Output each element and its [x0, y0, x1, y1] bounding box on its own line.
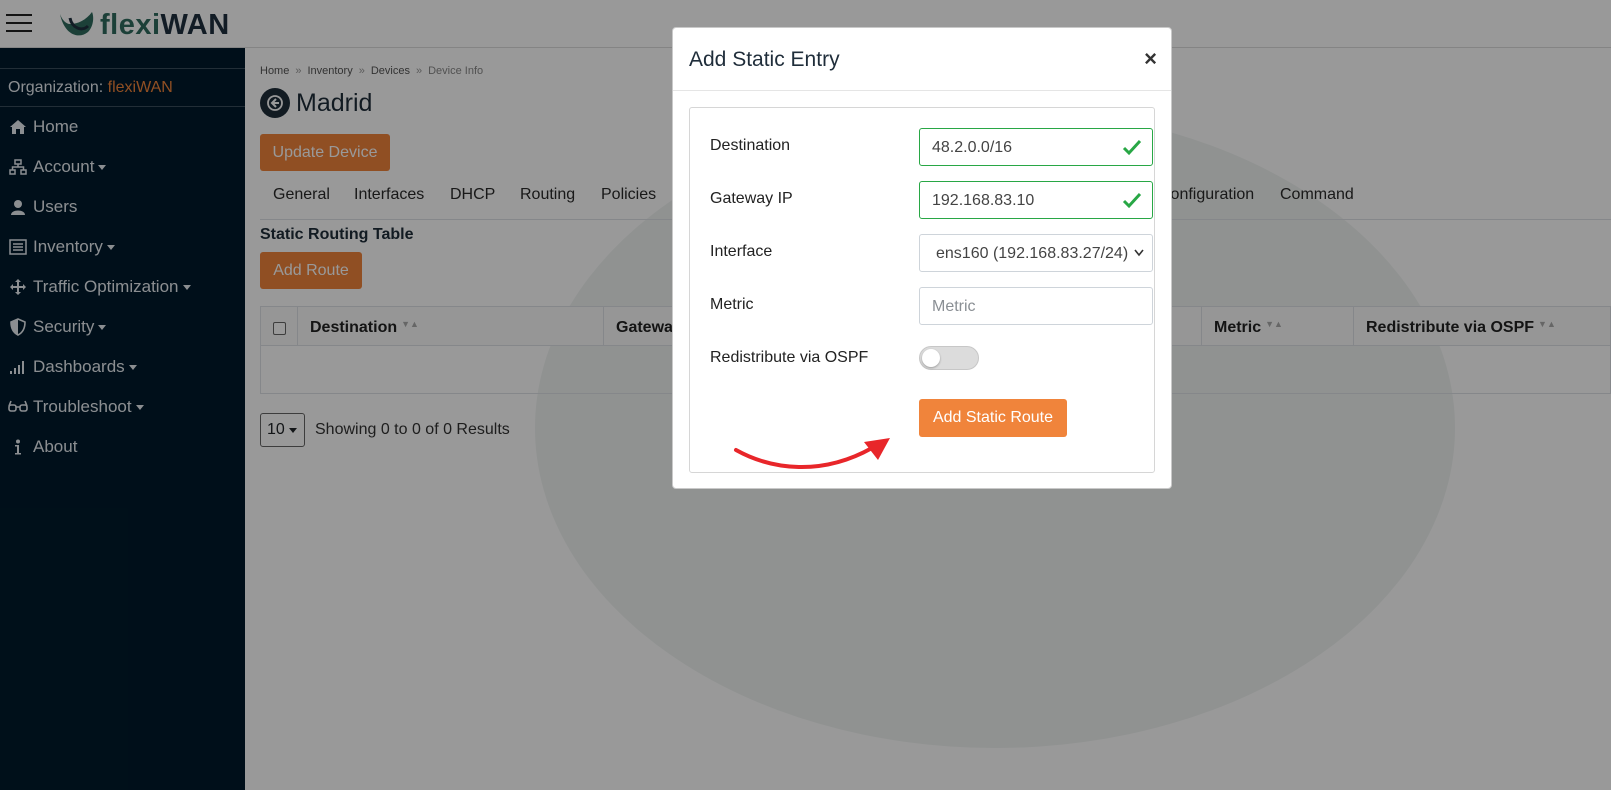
gateway-ip-input[interactable]: 192.168.83.10	[919, 181, 1153, 219]
metric-label: Metric	[710, 296, 754, 313]
metric-placeholder: Metric	[932, 298, 976, 315]
gateway-value: 192.168.83.10	[932, 192, 1035, 209]
chevron-down-icon	[1134, 249, 1144, 257]
modal-header: Add Static Entry ×	[673, 28, 1171, 91]
interface-value: ens160 (192.168.83.27/24)	[936, 245, 1129, 262]
gateway-label: Gateway IP	[710, 190, 793, 207]
destination-label: Destination	[710, 137, 791, 154]
gateway-row: Gateway IP 192.168.83.10	[710, 181, 1153, 219]
check-icon	[1122, 192, 1142, 209]
interface-label: Interface	[710, 243, 773, 260]
interface-row: Interface ens160 (192.168.83.27/24)	[710, 234, 1153, 272]
metric-input[interactable]: Metric	[919, 287, 1153, 325]
static-route-form: Destination 48.2.0.0/16 Gateway IP 192.1…	[689, 107, 1155, 473]
check-icon	[1122, 139, 1142, 156]
modal-title: Add Static Entry	[689, 48, 840, 71]
close-button[interactable]: ×	[1144, 46, 1157, 72]
annotation-arrow-icon	[734, 438, 890, 470]
destination-value: 48.2.0.0/16	[932, 139, 1013, 156]
add-static-route-button[interactable]: Add Static Route	[919, 399, 1067, 437]
interface-select[interactable]: ens160 (192.168.83.27/24)	[919, 234, 1153, 272]
destination-input[interactable]: 48.2.0.0/16	[919, 128, 1153, 166]
metric-row: Metric Metric	[710, 287, 1153, 325]
destination-row: Destination 48.2.0.0/16	[710, 128, 1153, 166]
ospf-row: Redistribute via OSPF	[710, 340, 1136, 378]
ospf-label: Redistribute via OSPF	[710, 349, 869, 366]
ospf-toggle[interactable]	[919, 346, 979, 370]
add-static-entry-modal: Add Static Entry × Destination 48.2.0.0/…	[672, 27, 1172, 489]
toggle-knob	[922, 349, 940, 367]
